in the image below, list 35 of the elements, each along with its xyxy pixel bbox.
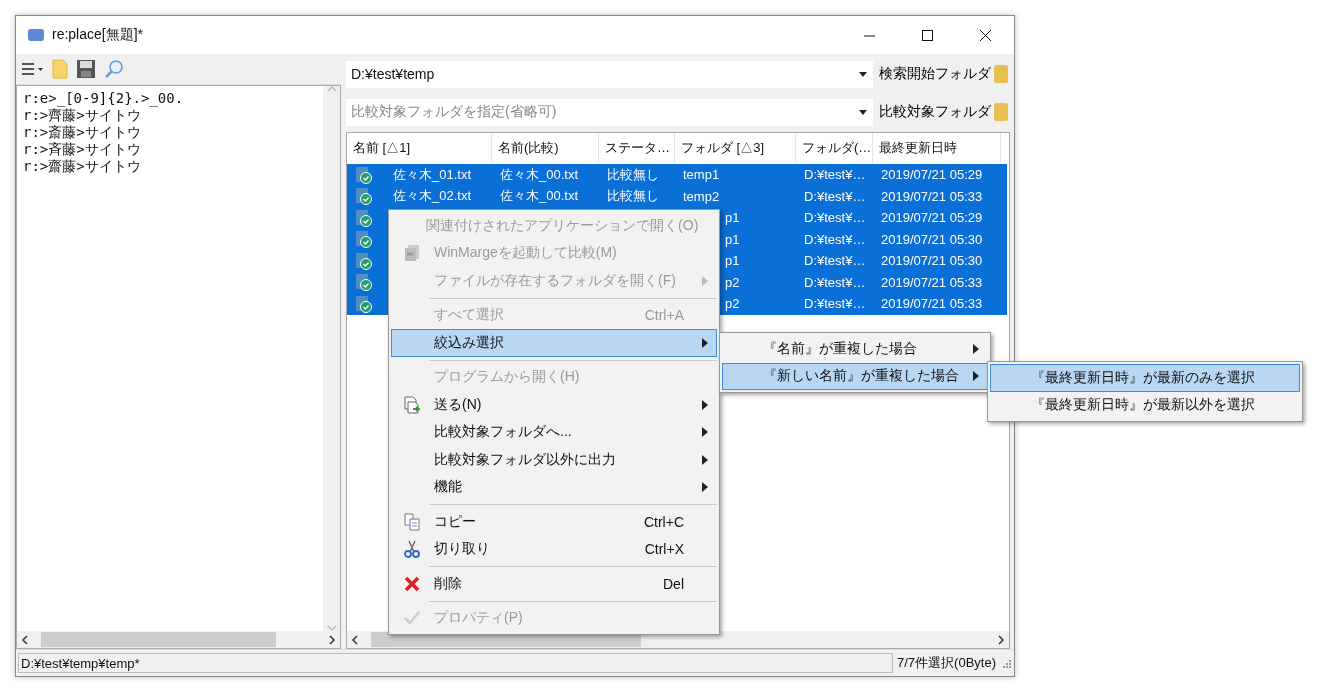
editor-line: r:>齋藤>サイトウ — [23, 158, 142, 175]
status-path: D:¥test¥temp¥temp* — [18, 653, 893, 673]
editor-line: r:e>_[0-9]{2}.>_00. — [23, 90, 185, 107]
folder-path: D:¥test¥… — [804, 274, 866, 290]
editor-line: r:>斉藤>サイトウ — [23, 141, 142, 158]
folder-name: p1 — [725, 231, 740, 247]
file-name: 佐々木_02.txt — [393, 187, 472, 206]
modified-date: 2019/07/21 05:33 — [881, 274, 983, 290]
folder-name: temp1 — [683, 167, 720, 183]
window-title: re:place[無題]* — [52, 26, 144, 44]
folder-name: temp2 — [683, 188, 720, 204]
folder-path: D:¥test¥… — [804, 231, 866, 247]
modified-date: 2019/07/21 05:30 — [881, 231, 983, 247]
modified-date: 2019/07/21 05:29 — [881, 167, 983, 183]
file-name: 佐々木_01.txt — [393, 165, 472, 184]
modified-date: 2019/07/21 05:30 — [881, 253, 983, 269]
selection-count: 7/7件選択(0Byte) — [897, 654, 996, 672]
modified-date: 2019/07/21 05:33 — [881, 296, 983, 312]
status-text: 比較無し — [607, 165, 659, 184]
folder-name: p1 — [725, 253, 740, 269]
folder-path: D:¥test¥… — [804, 167, 866, 183]
folder-name: p2 — [725, 274, 740, 290]
folder-path: D:¥test¥… — [804, 188, 866, 204]
compare-file-name: 佐々木_00.txt — [500, 165, 579, 184]
modified-date: 2019/07/21 05:29 — [881, 210, 983, 226]
editor-line: r:>斎藤>サイトウ — [23, 124, 142, 141]
modified-date: 2019/07/21 05:33 — [881, 188, 983, 204]
folder-path: D:¥test¥… — [804, 210, 866, 226]
folder-path: D:¥test¥… — [804, 253, 866, 269]
status-text: 比較無し — [607, 187, 659, 206]
folder-path: D:¥test¥… — [804, 296, 866, 312]
folder-name: p2 — [725, 296, 740, 312]
compare-file-name: 佐々木_00.txt — [500, 187, 579, 206]
folder-name: p1 — [725, 210, 740, 226]
editor-line: r:>齊藤>サイトウ — [23, 107, 142, 124]
